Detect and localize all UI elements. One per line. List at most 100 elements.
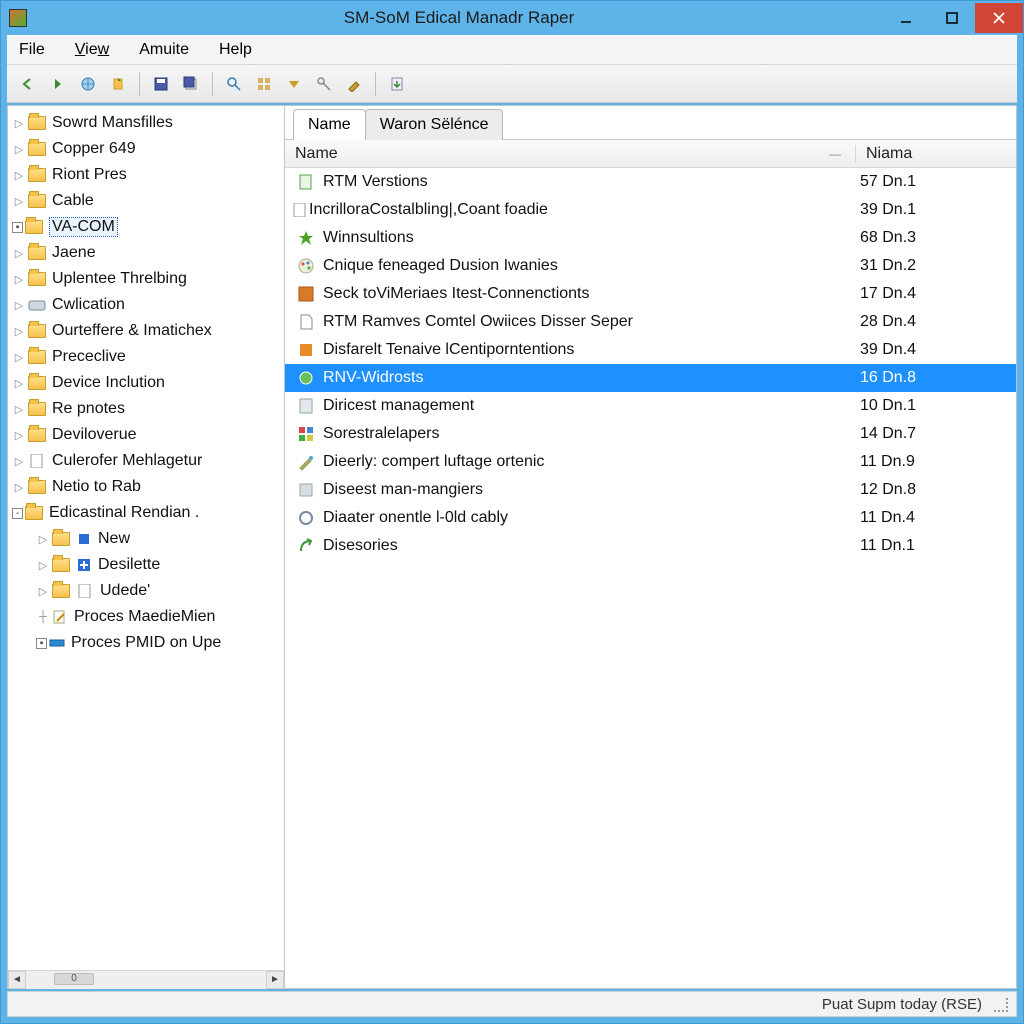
tree-item[interactable]: ▷Uplentee Threlbing (8, 266, 284, 292)
tree-item[interactable]: ▪VA-COM (8, 214, 284, 240)
list-item[interactable]: Seck toViMeriaes Itest-Connenctionts17 D… (285, 280, 1016, 308)
window-controls (883, 3, 1023, 33)
expander-icon[interactable]: ▷ (36, 584, 50, 598)
list-item[interactable]: Diseest man-mangiers12 Dn.8 (285, 476, 1016, 504)
tree-item[interactable]: -Edicastinal Rendian . (8, 500, 284, 526)
expander-icon[interactable]: ▷ (12, 142, 26, 156)
list-item[interactable]: Sorestralelapers14 Dn.7 (285, 420, 1016, 448)
tree-item[interactable]: ▷New (8, 526, 284, 552)
sort-indicator-icon: — (829, 147, 841, 161)
expander-icon[interactable]: ▪ (12, 222, 23, 233)
minimize-button[interactable] (883, 3, 929, 33)
tree-view[interactable]: ▷Sowrd Mansfilles▷Copper 649▷Riont Pres▷… (8, 106, 284, 970)
tree-item[interactable]: ▷Netio to Rab (8, 474, 284, 500)
list-item-size: 31 Dn.2 (850, 257, 1010, 275)
expander-icon[interactable]: ▷ (12, 402, 26, 416)
list-item-size: 14 Dn.7 (850, 425, 1010, 443)
expander-icon[interactable]: ▷ (12, 324, 26, 338)
import-icon[interactable] (384, 71, 410, 97)
tab-waron[interactable]: Waron Sëlénce (365, 109, 504, 140)
list-item[interactable]: IncrilloraCostalbling|,Coant foadie39 Dn… (285, 196, 1016, 224)
tree-item[interactable]: ▷Desilette (8, 552, 284, 578)
list-item-size: 39 Dn.1 (850, 201, 1010, 219)
expander-icon[interactable]: ▷ (12, 194, 26, 208)
list-view[interactable]: RTM Verstions57 Dn.1IncrilloraCostalblin… (285, 168, 1016, 988)
menubar: File View Amuite Help (7, 35, 1017, 65)
tree-item[interactable]: ▷Ourteffere & Imatichex (8, 318, 284, 344)
expander-icon[interactable]: ▷ (12, 428, 26, 442)
tree-item[interactable]: ▷Prececlive (8, 344, 284, 370)
down-icon[interactable] (281, 71, 307, 97)
save-icon[interactable] (148, 71, 174, 97)
list-item[interactable]: Disesories11 Dn.1 (285, 532, 1016, 560)
export-icon[interactable] (105, 71, 131, 97)
column-size[interactable]: Niama (856, 145, 1016, 163)
key-icon[interactable] (311, 71, 337, 97)
list-item[interactable]: RNV-Widrosts16 Dn.8 (285, 364, 1016, 392)
tree-item[interactable]: ▪Proces PMID on Upe (8, 630, 284, 656)
list-item-size: 11 Dn.9 (850, 453, 1010, 471)
list-item[interactable]: Dieerly: compert luftage ortenic11 Dn.9 (285, 448, 1016, 476)
list-item[interactable]: Diricest management10 Dn.1 (285, 392, 1016, 420)
menu-file[interactable]: File (13, 37, 51, 63)
list-item[interactable]: Disfarelt Tenaive lCentiporntentions39 D… (285, 336, 1016, 364)
scroll-left-icon[interactable]: ◄ (8, 971, 26, 989)
save-all-icon[interactable] (178, 71, 204, 97)
tree-item[interactable]: ▷Cwlication (8, 292, 284, 318)
tree-item[interactable]: ▷Re pnotes (8, 396, 284, 422)
scroll-thumb[interactable]: 0 (54, 973, 94, 985)
forward-icon[interactable] (45, 71, 71, 97)
list-item[interactable]: Winnsultions68 Dn.3 (285, 224, 1016, 252)
client-area: ▷Sowrd Mansfilles▷Copper 649▷Riont Pres▷… (7, 105, 1017, 989)
expander-icon[interactable]: ▷ (36, 558, 50, 572)
expander-icon[interactable]: ▷ (12, 350, 26, 364)
list-item[interactable]: RTM Verstions57 Dn.1 (285, 168, 1016, 196)
menu-amuite[interactable]: Amuite (133, 37, 195, 63)
window-title: SM-SoM Edical Manadr Raper (35, 8, 883, 28)
list-item-name: Diaater onentle l-0ld cably (323, 509, 850, 527)
column-name[interactable]: Name — (285, 145, 856, 163)
list-item-size: 39 Dn.4 (850, 341, 1010, 359)
expander-icon[interactable]: ▷ (12, 246, 26, 260)
menu-help[interactable]: Help (213, 37, 258, 63)
horizontal-scrollbar[interactable]: ◄ 0 ► (8, 970, 284, 988)
globe-icon[interactable] (75, 71, 101, 97)
expander-icon[interactable]: ┼ (36, 610, 50, 624)
tree-item[interactable]: ▷Udede' (8, 578, 284, 604)
tree-item[interactable]: ▷Culerofer Mehlagetur (8, 448, 284, 474)
expander-icon[interactable]: ▷ (12, 272, 26, 286)
expander-icon[interactable]: ▪ (36, 638, 47, 649)
tree-item[interactable]: ▷Riont Pres (8, 162, 284, 188)
expander-icon[interactable]: ▷ (36, 532, 50, 546)
tab-name[interactable]: Name (293, 109, 366, 140)
list-item[interactable]: Cnique feneaged Dusion Iwanies31 Dn.2 (285, 252, 1016, 280)
list-item[interactable]: RTM Ramves Comtel Owiices Disser Seper28… (285, 308, 1016, 336)
expander-icon[interactable]: ▷ (12, 298, 26, 312)
tree-item[interactable]: ▷Device Inclution (8, 370, 284, 396)
list-item[interactable]: Diaater onentle l-0ld cably11 Dn.4 (285, 504, 1016, 532)
tree-item[interactable]: ▷Sowrd Mansfilles (8, 110, 284, 136)
maximize-button[interactable] (929, 3, 975, 33)
tree-item[interactable]: ┼Proces MaedieMien (8, 604, 284, 630)
tool-icon[interactable] (341, 71, 367, 97)
expander-icon[interactable]: ▷ (12, 480, 26, 494)
expander-icon[interactable]: - (12, 508, 23, 519)
resize-grip-icon[interactable] (992, 996, 1008, 1012)
expander-icon[interactable]: ▷ (12, 116, 26, 130)
back-icon[interactable] (15, 71, 41, 97)
grid-icon[interactable] (251, 71, 277, 97)
expander-icon[interactable]: ▷ (12, 376, 26, 390)
close-button[interactable] (975, 3, 1023, 33)
tree-item[interactable]: ▷Copper 649 (8, 136, 284, 162)
tree-item[interactable]: ▷Deviloverue (8, 422, 284, 448)
scroll-track[interactable]: 0 (26, 971, 266, 989)
tree-item[interactable]: ▷Cable (8, 188, 284, 214)
search-icon[interactable] (221, 71, 247, 97)
expander-icon[interactable]: ▷ (12, 454, 26, 468)
expander-icon[interactable]: ▷ (12, 168, 26, 182)
menu-view[interactable]: View (69, 37, 115, 63)
scroll-right-icon[interactable]: ► (266, 971, 284, 989)
list-item-name: Seck toViMeriaes Itest-Connenctionts (323, 285, 850, 303)
tree-item[interactable]: ▷Jaene (8, 240, 284, 266)
list-item-name: Diricest management (323, 397, 850, 415)
